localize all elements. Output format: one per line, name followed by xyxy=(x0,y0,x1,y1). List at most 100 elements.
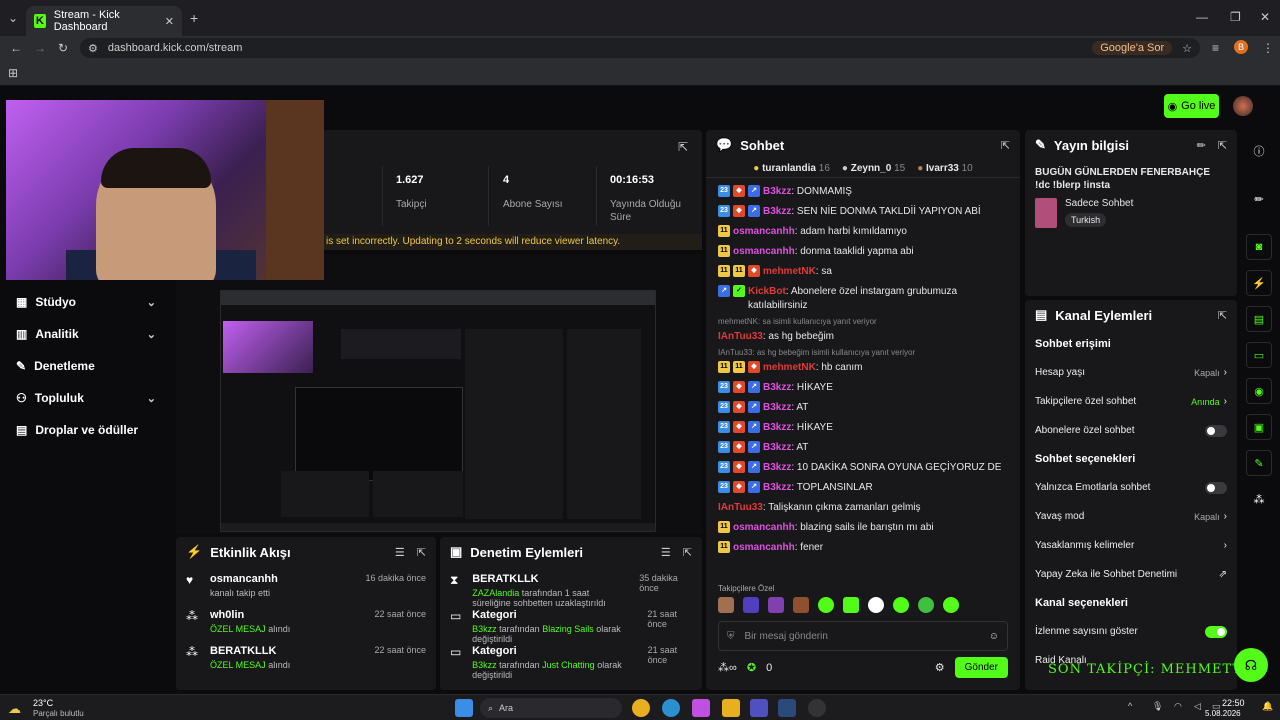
speaker-icon[interactable]: ◁ xyxy=(1194,701,1201,712)
chat-message[interactable]: 11 osmancanhh: donma taaklidi yapma abi xyxy=(706,242,1020,262)
close-tab-icon[interactable]: ✕ xyxy=(165,15,174,28)
user-avatar[interactable] xyxy=(1233,96,1253,116)
kick-coins-icon[interactable]: ⁂∞ xyxy=(718,661,737,674)
go-live-button[interactable]: ◉ Go live xyxy=(1164,94,1219,118)
chat-username[interactable]: B3kzz xyxy=(763,206,791,217)
popout-icon[interactable]: ⇱ xyxy=(683,546,692,559)
moderation-icon[interactable]: ▣ xyxy=(1246,414,1272,440)
chat-message[interactable]: IAnTuu33: as hg bebeğim xyxy=(706,327,1020,347)
gear-icon[interactable]: ⚙ xyxy=(935,661,945,674)
tab-list-icon[interactable]: ⌄ xyxy=(8,11,18,25)
chat-username[interactable]: B3kzz xyxy=(763,186,791,197)
menu-icon[interactable]: ⋮ xyxy=(1262,41,1274,55)
bookmark-star-icon[interactable]: ☆ xyxy=(1182,42,1192,55)
popout-icon[interactable]: ⇱ xyxy=(678,140,688,154)
chat-message[interactable]: 23 ◆ ↗ B3kzz: TOPLANSINLAR xyxy=(706,478,1020,498)
chat-message[interactable]: 11 11 ◆ mehmetNK: hb canım xyxy=(706,358,1020,378)
broadcast-icon[interactable]: ◉ xyxy=(1246,378,1272,404)
teams-icon[interactable] xyxy=(750,699,768,717)
sidebar-item-analytics[interactable]: ▥ Analitik ⌄ xyxy=(0,318,172,350)
emote[interactable] xyxy=(718,597,734,613)
popout-icon[interactable]: ⇱ xyxy=(1218,139,1227,152)
gifter[interactable]: ● turanlandia 16 xyxy=(753,163,830,174)
chat-bubble-icon[interactable]: ▭ xyxy=(1246,342,1272,368)
address-bar[interactable]: ⚙ dashboard.kick.com/stream Google'a Sor… xyxy=(80,38,1200,58)
site-info-icon[interactable]: ⚙ xyxy=(88,42,98,55)
new-tab-icon[interactable]: + xyxy=(190,10,198,26)
emote[interactable] xyxy=(793,597,809,613)
emote[interactable] xyxy=(943,597,959,613)
chat-username[interactable]: osmancanhh xyxy=(733,522,795,533)
emote[interactable] xyxy=(918,597,934,613)
emote[interactable] xyxy=(843,597,859,613)
wifi-icon[interactable]: ◠ xyxy=(1174,701,1182,712)
chat-username[interactable]: B3kzz xyxy=(763,402,791,413)
back-icon[interactable]: ← xyxy=(10,41,22,55)
info-icon[interactable]: ⓘ xyxy=(1246,138,1272,164)
account-age-row[interactable]: Hesap yaşı Kapalı › xyxy=(1025,358,1237,387)
emote[interactable] xyxy=(768,597,784,613)
chat-message[interactable]: 23 ◆ ↗ B3kzz: SEN NİE DONMA TAKLDİİ YAPIYON… xyxy=(706,202,1020,222)
chat-username[interactable]: B3kzz xyxy=(763,482,791,493)
sidebar-item-moderation[interactable]: ✎ Denetleme xyxy=(0,350,172,382)
emote[interactable] xyxy=(893,597,909,613)
chat-message[interactable]: 23 ◆ ↗ B3kzz: HİKAYE xyxy=(706,418,1020,438)
emote[interactable] xyxy=(868,597,884,613)
chat-input[interactable]: ⛨ Bir mesaj gönderin ☺ xyxy=(718,621,1008,651)
wrench-icon[interactable]: ✎ xyxy=(1246,450,1272,476)
followers-only-row[interactable]: Takipçilere özel sohbet Anında › xyxy=(1025,387,1237,416)
folder-icon[interactable] xyxy=(722,699,740,717)
chat-username[interactable]: osmancanhh xyxy=(733,226,795,237)
clock-time[interactable]: 22:50 xyxy=(1222,698,1245,708)
emote[interactable] xyxy=(818,597,834,613)
chat-username[interactable]: B3kzz xyxy=(763,382,791,393)
slow-mode-row[interactable]: Yavaş mod Kapalı › xyxy=(1025,502,1237,531)
chat-message[interactable]: 23 ◆ ↗ B3kzz: HİKAYE xyxy=(706,378,1020,398)
stream-preview[interactable] xyxy=(220,290,656,532)
chat-message[interactable]: 23 ◆ ↗ B3kzz: AT xyxy=(706,438,1020,458)
google-ask-button[interactable]: Google'a Sor xyxy=(1092,41,1173,55)
reload-icon[interactable]: ↻ xyxy=(58,41,68,55)
copilot-icon[interactable] xyxy=(692,699,710,717)
kick-coins-icon[interactable]: ⁂ xyxy=(1246,486,1272,512)
start-icon[interactable] xyxy=(455,699,473,717)
send-button[interactable]: Gönder xyxy=(954,657,1008,678)
emote[interactable] xyxy=(743,597,759,613)
filter-icon[interactable]: ☰ xyxy=(395,546,405,559)
chat-username[interactable]: B3kzz xyxy=(763,462,791,473)
show-viewers-toggle[interactable] xyxy=(1205,625,1227,638)
sidebar-item-studio[interactable]: ▦ Stüdyo ⌄ xyxy=(0,286,172,318)
gifter[interactable]: ● Zeynn_0 15 xyxy=(842,163,905,174)
chat-message[interactable]: 11 osmancanhh: blazing sails ile barıştın… xyxy=(706,518,1020,538)
chat-username[interactable]: mehmetNK xyxy=(763,266,816,277)
chat-username[interactable]: IAnTuu33 xyxy=(718,502,763,513)
chat-username[interactable]: KickBot xyxy=(748,286,786,297)
emoji-icon[interactable]: ☺ xyxy=(989,631,999,642)
tray-chevron-icon[interactable]: ^ xyxy=(1128,701,1132,711)
chat-username[interactable]: IAnTuu33 xyxy=(718,331,763,342)
help-button[interactable]: ☊ xyxy=(1234,648,1268,682)
chat-username[interactable]: osmancanhh xyxy=(733,246,795,257)
notification-icon[interactable]: 🔔 xyxy=(1262,701,1273,712)
subs-only-toggle[interactable] xyxy=(1205,424,1227,437)
lightning-icon[interactable]: ⚡ xyxy=(1246,270,1272,296)
chat-message[interactable]: 23 ◆ ↗ B3kzz: 10 DAKİKA SONRA OYUNA GEÇİYOR… xyxy=(706,458,1020,478)
chat-username[interactable]: osmancanhh xyxy=(733,542,795,553)
popout-icon[interactable]: ⇱ xyxy=(1001,139,1010,152)
banned-words-row[interactable]: Yasaklanmış kelimeler › xyxy=(1025,531,1237,560)
edge-icon[interactable] xyxy=(662,699,680,717)
popout-icon[interactable]: ⇱ xyxy=(1218,309,1227,322)
chat-username[interactable]: B3kzz xyxy=(763,442,791,453)
edit-icon[interactable]: ✏ xyxy=(1246,186,1272,212)
popout-icon[interactable]: ⇱ xyxy=(417,546,426,559)
chat-message[interactable]: 11 osmancanhh: adam harbi kımıldamıyo xyxy=(706,222,1020,242)
chat-username[interactable]: B3kzz xyxy=(763,422,791,433)
edit-icon[interactable]: ✏ xyxy=(1197,139,1206,152)
chat-message[interactable]: 23 ◆ ↗ B3kzz: AT xyxy=(706,398,1020,418)
camera-icon[interactable]: ◙ xyxy=(1246,234,1272,260)
browser-tab[interactable]: K Stream - Kick Dashboard ✕ xyxy=(26,6,182,36)
chat-message[interactable]: 11 11 ◆ mehmetNK: sa xyxy=(706,262,1020,282)
sidebar-item-community[interactable]: ⚇ Topluluk ⌄ xyxy=(0,382,172,414)
taskbar-search[interactable]: ⌕ Ara xyxy=(480,698,622,718)
emote-only-toggle[interactable] xyxy=(1205,481,1227,494)
